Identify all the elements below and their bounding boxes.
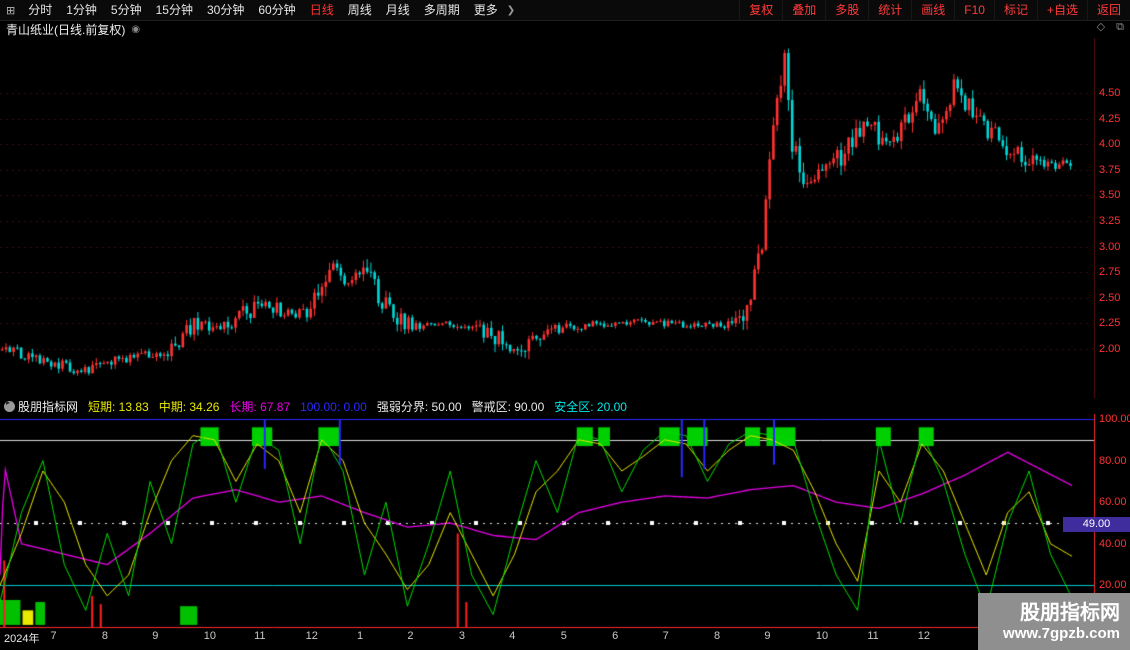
month-label: 7 [663,630,669,642]
chevron-right-icon[interactable]: ❯ [507,5,515,16]
period-tab[interactable]: 1分钟 [59,0,104,20]
period-tab[interactable]: 多周期 [417,0,467,20]
month-label: 11 [254,630,265,642]
indicator-param: 警戒区: 90.00 [472,400,545,414]
action-button[interactable]: 标记 [994,0,1037,20]
period-tab[interactable]: 15分钟 [149,0,200,20]
action-button[interactable]: +自选 [1037,0,1087,20]
period-tab[interactable]: 月线 [379,0,417,20]
action-button[interactable]: 多股 [825,0,868,20]
action-button[interactable]: F10 [954,0,994,20]
period-tab[interactable]: 30分钟 [200,0,251,20]
indicator-param: 中期: 34.26 [159,400,220,414]
period-tab[interactable]: 60分钟 [251,0,302,20]
watermark: 股朋指标网 www.7gpzb.com [978,593,1130,650]
month-label: 8 [102,630,108,642]
action-button[interactable]: 统计 [868,0,911,20]
indicator-param: 强弱分界: 50.00 [377,400,462,414]
indicator-header: 股朋指标网 短期: 13.83 中期: 34.26 长期: 67.87 100.00:… [4,399,637,413]
month-label: 11 [867,630,878,642]
indicator-param: 100.00: 0.00 [300,400,367,414]
site-logo-icon [4,401,15,412]
dropdown-icon[interactable]: ◉ [131,24,140,35]
menu-icon[interactable]: ⊞ [6,4,15,17]
toolbar-actions: 复权叠加多股统计画线F10标记+自选返回 [739,0,1130,20]
period-tab[interactable]: 分时 [21,0,59,20]
month-label: 3 [459,630,465,642]
month-label: 7 [50,630,56,642]
action-button[interactable]: 画线 [911,0,954,20]
month-label: 8 [714,630,720,642]
watermark-url: www.7gpzb.com [1003,625,1120,642]
indicator-name[interactable]: 股朋指标网 [18,398,78,415]
month-label: 12 [306,630,318,642]
window-icons: ◇ ⧉ [1089,20,1124,34]
year-label: 2024年 [4,630,39,646]
watermark-title: 股朋指标网 [1020,602,1120,625]
diamond-icon[interactable]: ◇ [1097,21,1105,33]
month-label: 10 [204,630,216,642]
month-label: 4 [509,630,515,642]
month-label: 1 [357,630,363,642]
time-axis: 2024年 789101112123456789101112 [0,630,1130,646]
chart-canvas[interactable] [0,0,1130,650]
period-tab[interactable]: 更多 [467,0,505,20]
topbar: ⊞ 分时1分钟5分钟15分钟30分钟60分钟日线周线月线多周期更多 ❯ 复权叠加… [0,0,1130,21]
indicator-param: 长期: 67.87 [229,400,290,414]
indicator-current-value-badge: 49.00 [1063,517,1130,532]
month-label: 5 [561,630,567,642]
action-button[interactable]: 复权 [739,0,782,20]
period-tab[interactable]: 5分钟 [104,0,149,20]
indicator-param: 安全区: 20.00 [554,400,627,414]
month-label: 9 [764,630,770,642]
indicator-param: 短期: 13.83 [88,400,149,414]
period-tab[interactable]: 周线 [341,0,379,20]
period-tab[interactable]: 日线 [303,0,341,20]
month-label: 12 [918,630,930,642]
indicator-params: 短期: 13.83 中期: 34.26 长期: 67.87 100.00: 0.00 强… [88,398,637,415]
titlebar: 青山纸业(日线.前复权) ◉ ◇ ⧉ [0,20,1130,38]
chart-title: 青山纸业(日线.前复权) [6,21,125,38]
action-button[interactable]: 叠加 [782,0,825,20]
panel-icon[interactable]: ⧉ [1116,21,1124,33]
month-label: 2 [407,630,413,642]
month-label: 10 [816,630,828,642]
month-label: 9 [152,630,158,642]
month-label: 6 [612,630,618,642]
period-tabs: 分时1分钟5分钟15分钟30分钟60分钟日线周线月线多周期更多 [21,0,505,20]
action-button[interactable]: 返回 [1087,0,1130,20]
